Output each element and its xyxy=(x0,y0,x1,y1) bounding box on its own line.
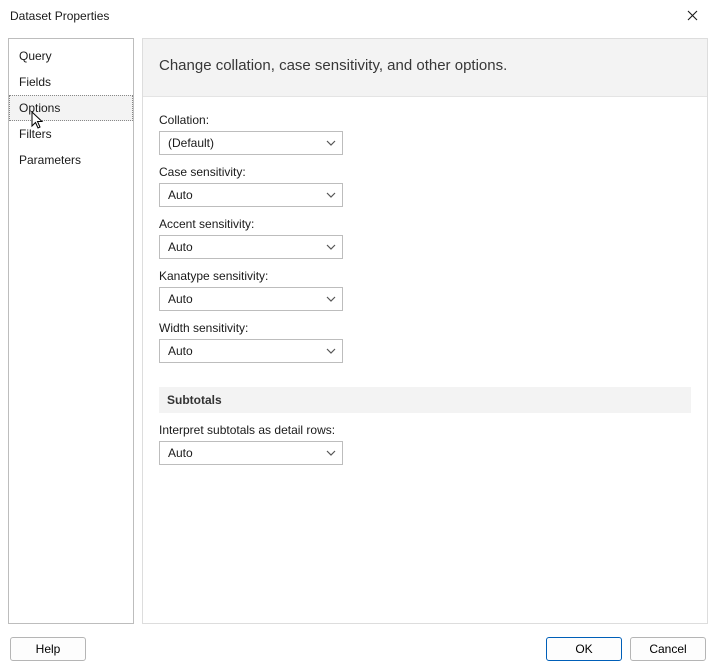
collation-select[interactable]: (Default) xyxy=(159,131,343,155)
dialog-title: Dataset Properties xyxy=(10,9,676,23)
sidebar-item-label: Fields xyxy=(19,75,51,89)
select-value: Auto xyxy=(168,446,193,460)
sidebar-item-fields[interactable]: Fields xyxy=(9,69,133,95)
titlebar: Dataset Properties xyxy=(0,0,716,32)
sidebar-item-filters[interactable]: Filters xyxy=(9,121,133,147)
select-value: (Default) xyxy=(168,136,214,150)
close-icon xyxy=(687,10,698,21)
chevron-down-icon xyxy=(326,140,336,146)
dialog-footer: Help OK Cancel xyxy=(0,628,716,672)
case-sensitivity-select[interactable]: Auto xyxy=(159,183,343,207)
collation-label: Collation: xyxy=(159,113,691,127)
chevron-down-icon xyxy=(326,244,336,250)
cancel-button[interactable]: Cancel xyxy=(630,637,706,661)
accent-sensitivity-select[interactable]: Auto xyxy=(159,235,343,259)
sidebar: Query Fields Options Filters Parameters xyxy=(8,38,134,624)
width-sensitivity-select[interactable]: Auto xyxy=(159,339,343,363)
interpret-subtotals-select[interactable]: Auto xyxy=(159,441,343,465)
sidebar-item-label: Query xyxy=(19,49,52,63)
content-panel: Change collation, case sensitivity, and … xyxy=(142,38,708,624)
width-sensitivity-label: Width sensitivity: xyxy=(159,321,691,335)
page-description: Change collation, case sensitivity, and … xyxy=(143,39,707,97)
case-sensitivity-label: Case sensitivity: xyxy=(159,165,691,179)
select-value: Auto xyxy=(168,344,193,358)
subtotals-heading: Subtotals xyxy=(159,387,691,413)
chevron-down-icon xyxy=(326,348,336,354)
sidebar-item-label: Filters xyxy=(19,127,52,141)
dialog-body: Query Fields Options Filters Parameters … xyxy=(0,32,716,628)
sidebar-item-query[interactable]: Query xyxy=(9,43,133,69)
select-value: Auto xyxy=(168,188,193,202)
chevron-down-icon xyxy=(326,192,336,198)
sidebar-item-label: Options xyxy=(19,101,60,115)
help-button[interactable]: Help xyxy=(10,637,86,661)
chevron-down-icon xyxy=(326,450,336,456)
close-button[interactable] xyxy=(676,2,708,30)
options-form: Collation: (Default) Case sensitivity: A… xyxy=(143,97,707,465)
kanatype-sensitivity-select[interactable]: Auto xyxy=(159,287,343,311)
sidebar-item-label: Parameters xyxy=(19,153,81,167)
dataset-properties-dialog: Dataset Properties Query Fields Options … xyxy=(0,0,716,672)
select-value: Auto xyxy=(168,240,193,254)
chevron-down-icon xyxy=(326,296,336,302)
sidebar-item-parameters[interactable]: Parameters xyxy=(9,147,133,173)
interpret-subtotals-label: Interpret subtotals as detail rows: xyxy=(159,423,691,437)
kanatype-sensitivity-label: Kanatype sensitivity: xyxy=(159,269,691,283)
ok-button[interactable]: OK xyxy=(546,637,622,661)
sidebar-item-options[interactable]: Options xyxy=(9,95,133,121)
select-value: Auto xyxy=(168,292,193,306)
accent-sensitivity-label: Accent sensitivity: xyxy=(159,217,691,231)
